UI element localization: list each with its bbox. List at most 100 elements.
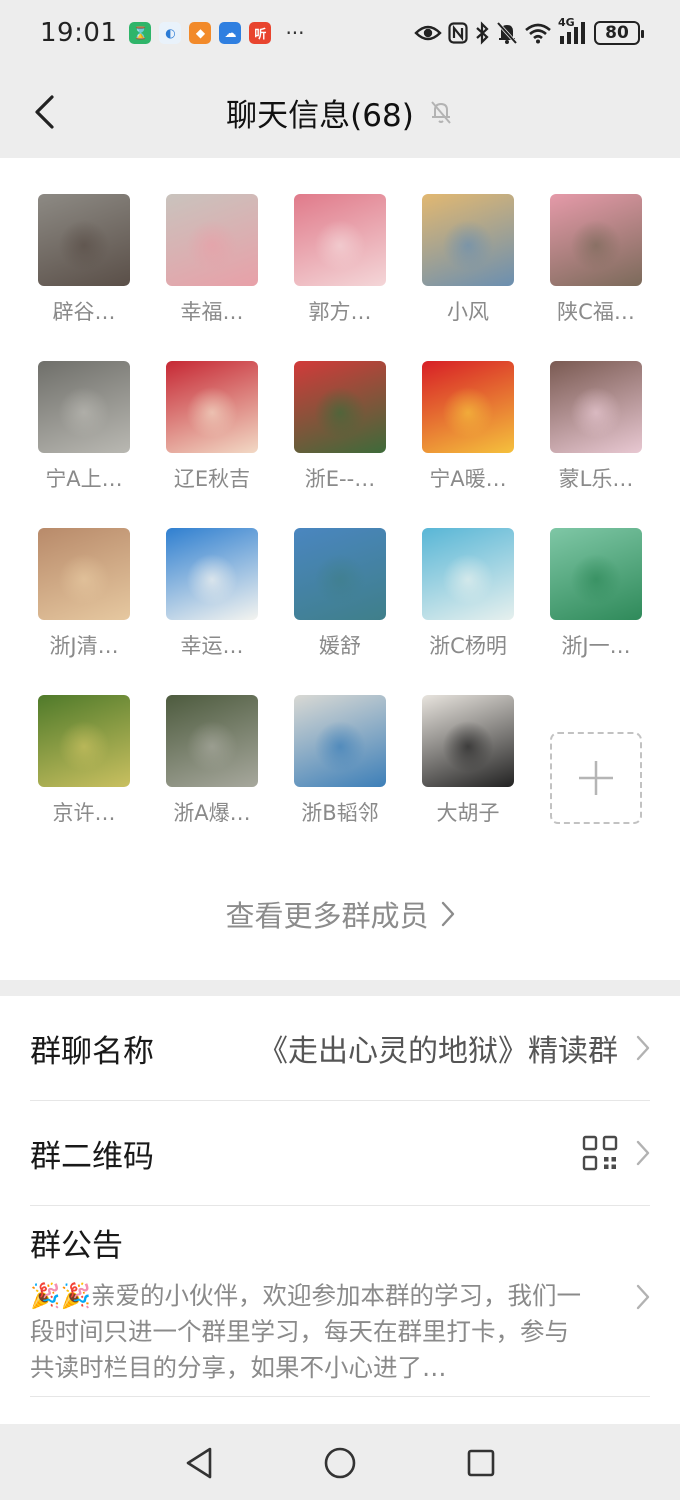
eye-icon <box>414 25 442 41</box>
plus-icon <box>579 761 613 795</box>
member-name: 陕C福… <box>557 300 635 324</box>
member-item[interactable]: 大胡子 <box>404 695 532 835</box>
mute-bell-icon <box>496 21 518 45</box>
member-item[interactable]: 媛舒 <box>276 528 404 668</box>
member-item[interactable]: 浙B韬邻 <box>276 695 404 835</box>
back-button[interactable] <box>24 92 64 132</box>
group-name-label: 群聊名称 <box>30 1033 154 1070</box>
member-avatar[interactable] <box>294 695 386 787</box>
more-notifications-icon: ··· <box>285 21 305 45</box>
member-avatar[interactable] <box>550 528 642 620</box>
member-item[interactable]: 浙E--… <box>276 361 404 501</box>
member-avatar[interactable] <box>38 194 130 286</box>
member-item[interactable]: 幸福… <box>148 194 276 334</box>
member-item[interactable]: 浙J清… <box>20 528 148 668</box>
member-item[interactable]: 辽E秋吉 <box>148 361 276 501</box>
member-avatar[interactable] <box>166 695 258 787</box>
battery-level: 80 <box>605 23 629 43</box>
member-name: 辟谷… <box>52 300 116 324</box>
page-title: 聊天信息(68) <box>226 97 414 134</box>
recents-square-icon[interactable] <box>466 1448 496 1478</box>
member-avatar[interactable] <box>422 528 514 620</box>
member-avatar[interactable] <box>294 194 386 286</box>
member-name: 大胡子 <box>436 801 500 825</box>
member-item[interactable]: 浙C杨明 <box>404 528 532 668</box>
chevron-right-icon <box>636 1035 650 1061</box>
member-name: 浙E--… <box>304 467 376 491</box>
member-avatar[interactable] <box>166 194 258 286</box>
member-avatar[interactable] <box>166 361 258 453</box>
member-item[interactable]: 浙A爆… <box>148 695 276 835</box>
group-name-row[interactable]: 群聊名称 《走出心灵的地狱》精读群 <box>0 996 680 1100</box>
member-item[interactable]: 陕C福… <box>532 194 660 334</box>
add-member-button[interactable] <box>532 732 660 872</box>
member-item[interactable]: 幸运… <box>148 528 276 668</box>
member-item[interactable]: 蒙L乐… <box>532 361 660 501</box>
member-name: 浙B韬邻 <box>301 801 379 825</box>
member-avatar[interactable] <box>294 361 386 453</box>
member-item[interactable]: 宁A上… <box>20 361 148 501</box>
chevron-right-icon <box>441 901 454 927</box>
member-name: 宁A暖… <box>429 467 507 491</box>
nfc-icon <box>448 22 468 44</box>
member-item[interactable]: 浙J一… <box>532 528 660 668</box>
member-name: 小风 <box>447 300 489 324</box>
bluetooth-icon <box>476 21 489 45</box>
member-avatar[interactable] <box>166 528 258 620</box>
member-avatar[interactable] <box>422 361 514 453</box>
member-avatar[interactable] <box>550 361 642 453</box>
group-settings-list: 群聊名称 《走出心灵的地狱》精读群 群二维码 群公告 🎉🎉亲爱的小伙伴，欢迎参加… <box>0 996 680 1424</box>
wifi-icon <box>525 23 551 44</box>
qr-code-label: 群二维码 <box>30 1138 154 1175</box>
members-section: 辟谷… 幸福… 郭方… 小风 陕C福… 宁A上… 辽E秋吉 浙E--… 宁A暖… 蒙L乐… 浙J清…… <box>0 158 680 980</box>
member-name: 浙J一… <box>561 634 631 658</box>
member-name: 浙J清… <box>49 634 119 658</box>
add-member-tile[interactable] <box>550 732 642 824</box>
status-bar: 19:01 ⌛ ◐ ◆ ☁ 听 ··· 4G 80 <box>0 0 680 66</box>
member-avatar[interactable] <box>422 194 514 286</box>
member-avatar[interactable] <box>550 194 642 286</box>
nav-bar: 聊天信息(68) <box>0 66 680 158</box>
group-notice-label: 群公告 <box>30 1228 123 1264</box>
qr-code-row[interactable]: 群二维码 <box>0 1101 680 1205</box>
battery-icon: 80 <box>594 21 644 45</box>
member-name: 媛舒 <box>319 634 361 658</box>
member-name: 幸福… <box>180 300 244 324</box>
browser-app-icon: ◐ <box>159 22 182 44</box>
weather-app-icon: ☁ <box>219 22 242 44</box>
see-more-label: 查看更多群成员 <box>225 899 429 933</box>
member-avatar[interactable] <box>294 528 386 620</box>
member-name: 辽E秋吉 <box>173 467 251 491</box>
party-popper-icon: 🎉🎉 <box>30 1281 92 1310</box>
member-name: 京许… <box>52 801 116 825</box>
member-item[interactable]: 宁A暖… <box>404 361 532 501</box>
member-item[interactable]: 郭方… <box>276 194 404 334</box>
member-avatar[interactable] <box>38 695 130 787</box>
mute-bell-icon <box>428 98 454 126</box>
chevron-left-icon <box>35 95 54 129</box>
member-item[interactable]: 小风 <box>404 194 532 334</box>
see-more-members-link[interactable]: 查看更多群成员 <box>0 890 680 938</box>
chevron-right-icon <box>636 1140 650 1166</box>
member-avatar[interactable] <box>38 528 130 620</box>
member-name: 蒙L乐… <box>558 467 634 491</box>
member-item[interactable]: 辟谷… <box>20 194 148 334</box>
member-name: 郭方… <box>308 300 372 324</box>
member-avatar[interactable] <box>422 695 514 787</box>
home-circle-icon[interactable] <box>323 1446 357 1480</box>
qr-code-icon <box>582 1135 618 1171</box>
group-name-value: 《走出心灵的地狱》精读群 <box>258 1034 618 1069</box>
back-triangle-icon[interactable] <box>184 1446 214 1480</box>
member-avatar[interactable] <box>38 361 130 453</box>
shopping-app-icon: ◆ <box>189 22 212 44</box>
group-notice-text: 亲爱的小伙伴，欢迎参加本群的学习，我们一段时间只进一个群里学习，每天在群里打卡，… <box>30 1281 582 1382</box>
group-notice-preview: 🎉🎉亲爱的小伙伴，欢迎参加本群的学习，我们一段时间只进一个群里学习，每天在群里打… <box>30 1278 590 1386</box>
member-item[interactable]: 京许… <box>20 695 148 835</box>
status-time: 19:01 <box>40 18 118 48</box>
listen-app-icon: 听 <box>249 22 272 44</box>
member-name: 浙A爆… <box>173 801 251 825</box>
member-name: 幸运… <box>180 634 244 658</box>
status-app-icons: ⌛ ◐ ◆ ☁ 听 ··· <box>129 21 305 45</box>
network-type: 4G <box>558 16 575 29</box>
member-name: 浙C杨明 <box>429 634 507 658</box>
